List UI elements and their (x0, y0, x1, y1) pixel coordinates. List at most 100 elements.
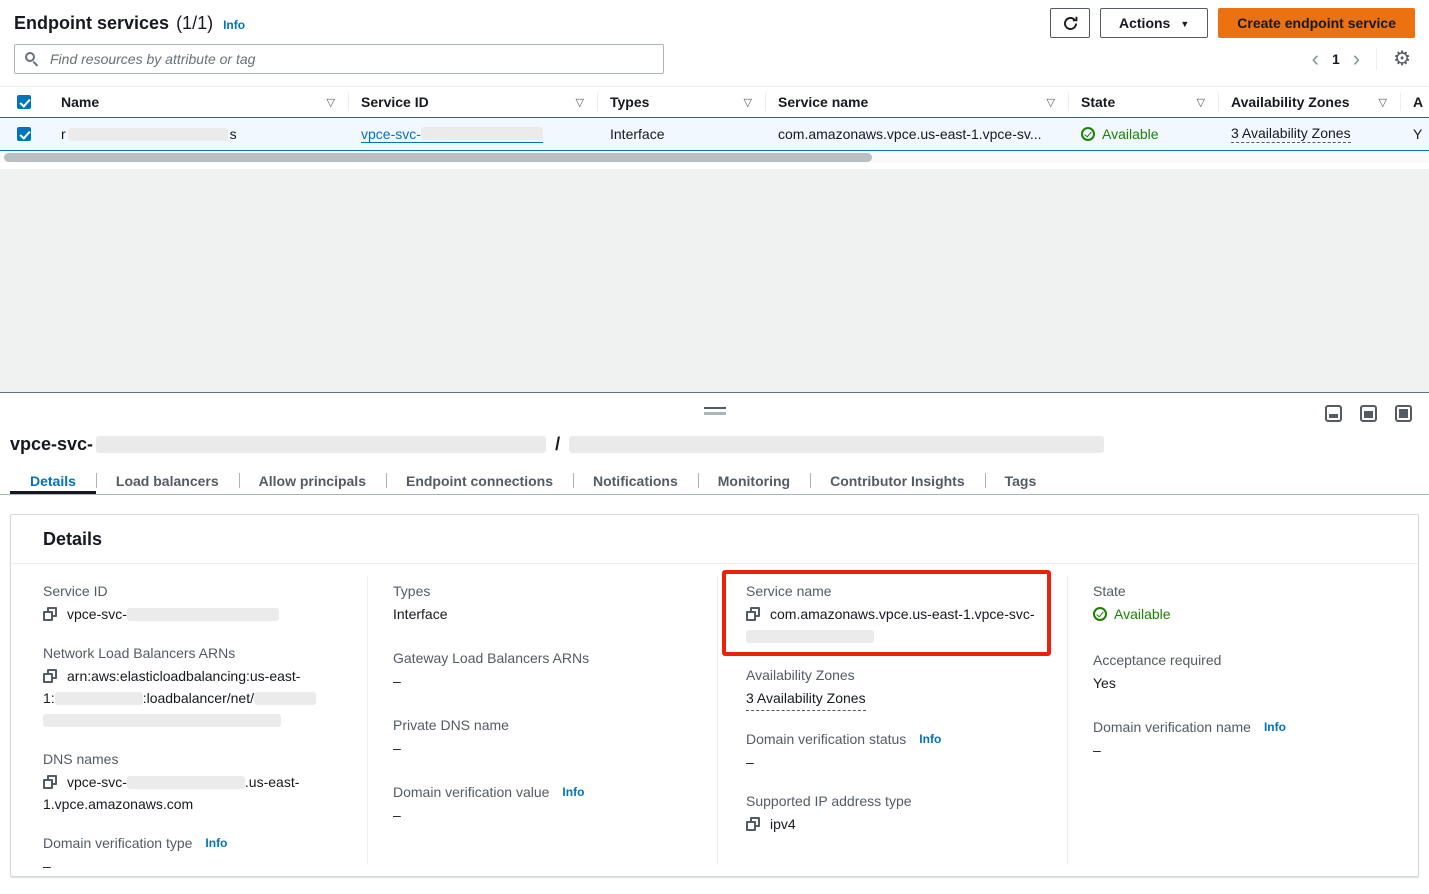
column-label: Types (610, 94, 649, 110)
column-header-service-name[interactable]: Service name ▽ (765, 87, 1068, 117)
redacted-text (43, 714, 281, 727)
field-label: Service name (746, 580, 1052, 602)
search-box[interactable] (14, 44, 664, 74)
tab-monitoring[interactable]: Monitoring (698, 467, 810, 494)
field-value: – (393, 804, 699, 826)
field-value: Interface (393, 603, 699, 625)
field-value: vpce-svc- (43, 603, 349, 625)
gear-icon[interactable]: ⚙ (1393, 49, 1411, 69)
split-panel-drag-handle[interactable] (704, 407, 726, 415)
column-header-partial[interactable]: A (1400, 87, 1429, 117)
tab-load-balancers[interactable]: Load balancers (96, 467, 239, 494)
column-header-availability-zones[interactable]: Availability Zones ▽ (1218, 87, 1400, 117)
column-header-state[interactable]: State ▽ (1068, 87, 1218, 117)
field-value: ipv4 (746, 813, 1052, 835)
search-input[interactable] (48, 50, 653, 68)
page-header: Endpoint services (1/1) Info Actions ▼ C… (0, 0, 1429, 44)
field-label: DNS names (43, 748, 349, 770)
panel-size-small-icon[interactable] (1325, 405, 1342, 422)
info-link[interactable]: Info (919, 728, 941, 750)
refresh-button[interactable] (1050, 8, 1090, 38)
field-glb-arns: Gateway Load Balancers ARNs – (393, 647, 699, 692)
availability-zones-link[interactable]: 3 Availability Zones (1231, 125, 1351, 143)
redacted-text (68, 128, 228, 141)
row-checkbox[interactable] (17, 127, 31, 141)
details-column-1: Service ID vpce-svc- Network Load Balanc… (43, 580, 349, 894)
detail-panel: vpce-svc- / Details Load balancers Allow… (0, 392, 1429, 886)
details-card: Details Service ID vpce-svc- Network Loa… (10, 514, 1419, 877)
field-types: Types Interface (393, 580, 699, 625)
tab-tags[interactable]: Tags (985, 467, 1057, 494)
column-header-types[interactable]: Types ▽ (597, 87, 765, 117)
service-id-link[interactable]: vpce-svc- (361, 126, 543, 143)
info-link[interactable]: Info (1264, 716, 1286, 738)
sort-icon[interactable]: ▽ (319, 96, 335, 109)
row-service-name-cell: com.amazonaws.vpce.us-east-1.vpce-sv... (765, 118, 1068, 150)
page-title: Endpoint services (1/1) Info (14, 13, 245, 34)
chevron-down-icon: ▼ (1180, 20, 1189, 29)
panel-title-separator: / (555, 434, 560, 455)
field-domain-verification-status: Domain verification status Info – (746, 728, 1052, 773)
chevron-left-icon[interactable]: ‹ (1312, 48, 1319, 70)
chevron-right-icon[interactable]: › (1353, 48, 1360, 70)
redacted-text (254, 692, 316, 705)
horizontal-scrollbar[interactable] (0, 151, 1429, 163)
sort-icon[interactable]: ▽ (1039, 96, 1055, 109)
copy-icon[interactable] (43, 607, 57, 621)
row-service-id-cell: vpce-svc- (348, 118, 597, 150)
copy-icon[interactable] (746, 817, 760, 831)
divider (717, 576, 718, 864)
copy-icon[interactable] (43, 775, 57, 789)
status-badge: Available (1081, 126, 1159, 142)
field-availability-zones: Availability Zones 3 Availability Zones (746, 664, 1052, 711)
info-link[interactable]: Info (562, 781, 584, 803)
tab-details[interactable]: Details (10, 467, 96, 494)
page-number[interactable]: 1 (1332, 51, 1340, 67)
tab-notifications[interactable]: Notifications (573, 467, 698, 494)
field-value: vpce-svc-.us-east- 1.vpce.amazonaws.com (43, 771, 349, 815)
panel-title: vpce-svc- / (10, 434, 1104, 455)
actions-button[interactable]: Actions ▼ (1100, 8, 1208, 38)
table-section: Endpoint services (1/1) Info Actions ▼ C… (0, 0, 1429, 392)
table-row[interactable]: rs vpce-svc- Interface com.amazonaws.vpc… (0, 117, 1429, 151)
info-link[interactable]: Info (223, 18, 245, 32)
row-select-cell (0, 118, 48, 150)
field-label: State (1093, 580, 1399, 602)
select-all-checkbox[interactable] (17, 95, 31, 109)
column-header-name[interactable]: Name ▽ (48, 87, 348, 117)
field-supported-ip-type: Supported IP address type ipv4 (746, 790, 1052, 835)
field-value: – (746, 751, 1052, 773)
column-label: Availability Zones (1231, 94, 1350, 110)
sort-icon[interactable]: ▽ (736, 96, 752, 109)
field-nlb-arns: Network Load Balancers ARNs arn:aws:elas… (43, 642, 349, 731)
header-actions: Actions ▼ Create endpoint service (1050, 8, 1415, 38)
field-value: Yes (1093, 672, 1399, 694)
check-circle-icon (1093, 607, 1107, 621)
tab-endpoint-connections[interactable]: Endpoint connections (386, 467, 573, 494)
sort-icon[interactable]: ▽ (568, 96, 584, 109)
panel-layout-controls (1325, 405, 1412, 422)
field-service-name: Service name com.amazonaws.vpce.us-east-… (746, 580, 1052, 647)
field-value: com.amazonaws.vpce.us-east-1.vpce-svc- (746, 603, 1052, 647)
resource-count: (1/1) (176, 13, 213, 34)
field-label: Types (393, 580, 699, 602)
sort-icon[interactable]: ▽ (1189, 96, 1205, 109)
field-label: Gateway Load Balancers ARNs (393, 647, 699, 669)
field-dns-names: DNS names vpce-svc-.us-east- 1.vpce.amaz… (43, 748, 349, 815)
field-value: – (1093, 739, 1399, 761)
tab-contributor-insights[interactable]: Contributor Insights (810, 467, 985, 494)
copy-icon[interactable] (746, 607, 760, 621)
create-endpoint-service-button[interactable]: Create endpoint service (1218, 8, 1415, 38)
field-domain-verification-value: Domain verification value Info – (393, 781, 699, 826)
tab-allow-principals[interactable]: Allow principals (239, 467, 386, 494)
availability-zones-link[interactable]: 3 Availability Zones (746, 687, 866, 711)
field-label: Availability Zones (746, 664, 1052, 686)
copy-icon[interactable] (43, 669, 57, 683)
sort-icon[interactable]: ▽ (1371, 96, 1387, 109)
column-header-service-id[interactable]: Service ID ▽ (348, 87, 597, 117)
actions-button-label: Actions (1119, 15, 1170, 31)
panel-size-medium-icon[interactable] (1360, 405, 1377, 422)
panel-size-large-icon[interactable] (1395, 405, 1412, 422)
scrollbar-thumb[interactable] (4, 153, 872, 162)
info-link[interactable]: Info (205, 832, 227, 854)
